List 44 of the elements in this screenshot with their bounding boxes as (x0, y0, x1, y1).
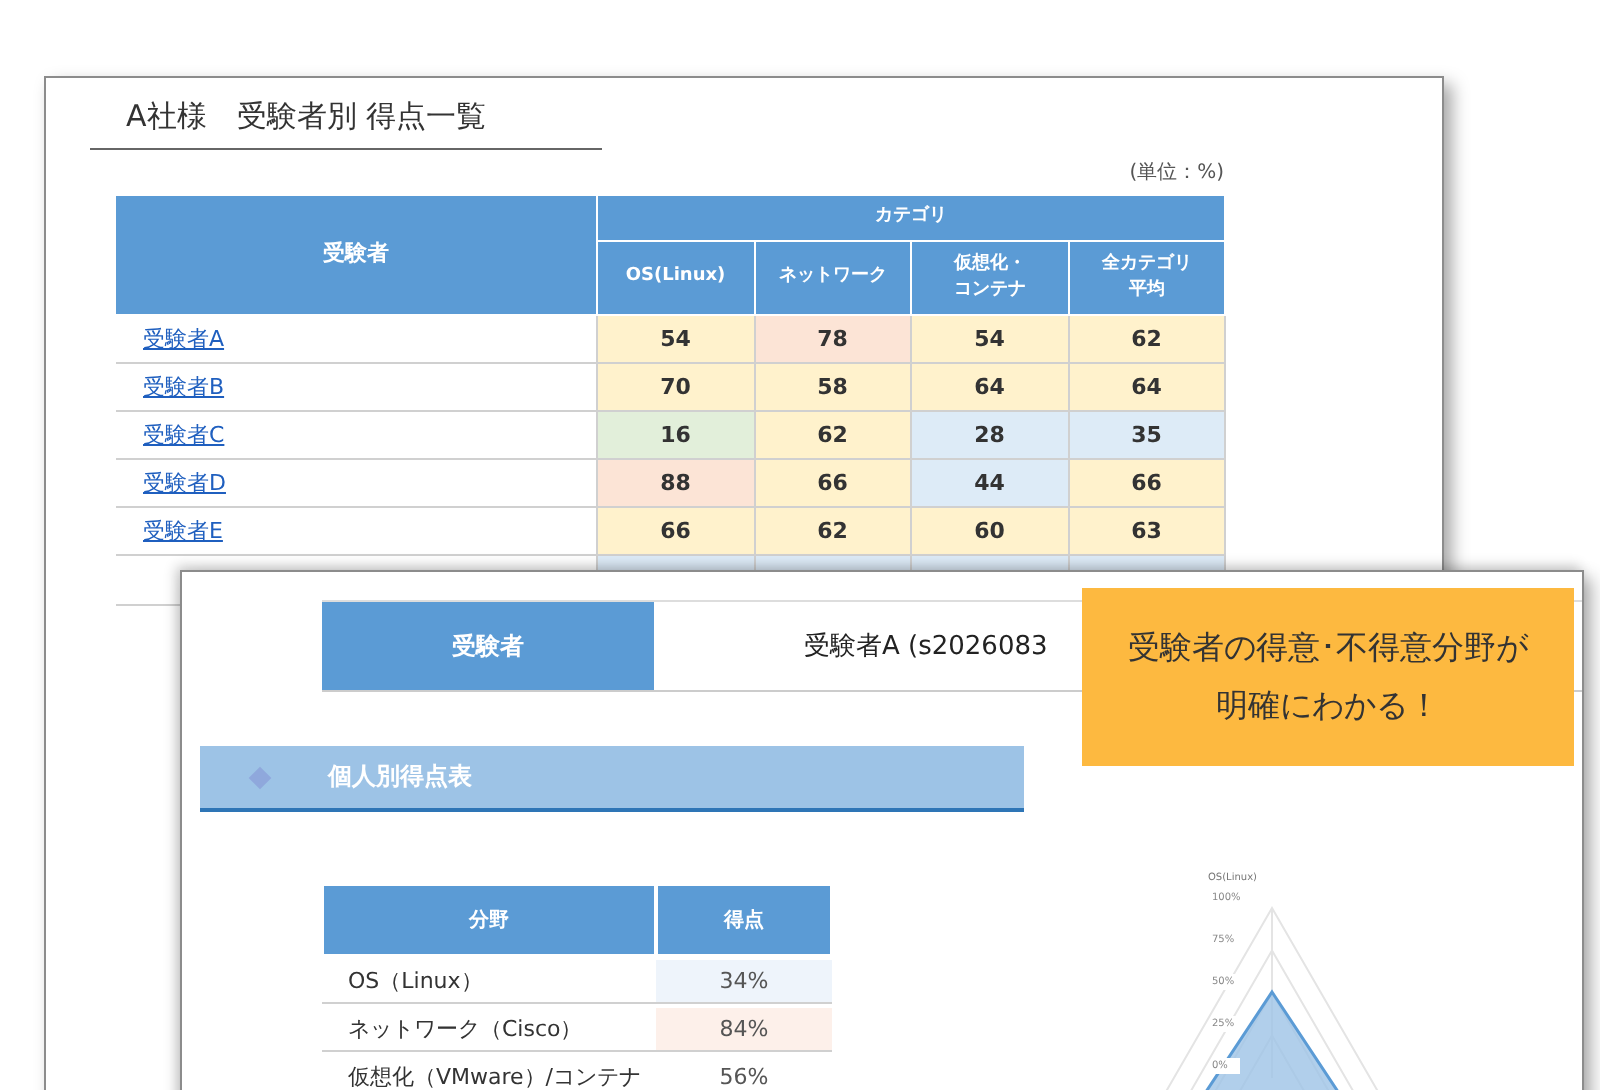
table-cell: 84% (656, 1008, 832, 1052)
unit-label: (単位：%) (1127, 160, 1224, 186)
examinee-link[interactable]: 受験者E (143, 518, 223, 544)
sheet-title: A社様 受験者別 得点一覧 (90, 98, 602, 150)
table-cell: 35 (1068, 411, 1225, 459)
examinee-link[interactable]: 受験者C (143, 422, 225, 448)
column-header: 受験者 (115, 195, 597, 315)
column-header: 分野 (322, 884, 656, 956)
callout-text: 明確にわかる！ (1216, 685, 1440, 727)
table-cell: 58 (754, 363, 911, 411)
table-cell: 16 (597, 411, 754, 459)
table-cell: 64 (911, 363, 1068, 411)
examinee-link[interactable]: 受験者A (143, 326, 225, 352)
table-cell: 62 (1068, 315, 1225, 363)
table-cell: 34% (656, 960, 832, 1004)
table-cell: 88 (597, 459, 754, 507)
table-cell: 66 (1068, 459, 1225, 507)
header-label: ネットワーク (776, 264, 889, 291)
table-cell: 60 (911, 507, 1068, 555)
header-label: 平均 (1126, 278, 1167, 304)
table-cell: 64 (1068, 363, 1225, 411)
column-header: 得点 (656, 884, 832, 956)
section-title: 個人別得点表 (328, 760, 472, 794)
table-cell: 66 (754, 459, 911, 507)
table-cell: 66 (597, 507, 754, 555)
table-cell: 54 (597, 315, 754, 363)
callout-text: 受験者の得意･不得意分野が (1128, 627, 1528, 669)
table-cell: 63 (1068, 507, 1225, 555)
examinee-label: 受験者 (322, 602, 654, 690)
table-cell: 28 (911, 411, 1068, 459)
column-header: カテゴリ (597, 195, 1225, 241)
header-label: コンテナ (951, 278, 1028, 304)
header-label: 仮想化・ (951, 251, 1028, 277)
table-cell: 70 (597, 363, 754, 411)
table-cell: 62 (754, 507, 911, 555)
header-label: 全カテゴリ (1099, 251, 1194, 277)
table-cell: 78 (754, 315, 911, 363)
examinee-link[interactable]: 受験者D (143, 470, 226, 496)
table-cell: 44 (911, 459, 1068, 507)
examinee-link[interactable]: 受験者B (143, 374, 225, 400)
examinee-value: 受験者A (s2026083 (802, 630, 1050, 666)
table-cell: 62 (754, 411, 911, 459)
header-label: OS(Linux) (623, 264, 728, 291)
table-cell: 54 (911, 315, 1068, 363)
